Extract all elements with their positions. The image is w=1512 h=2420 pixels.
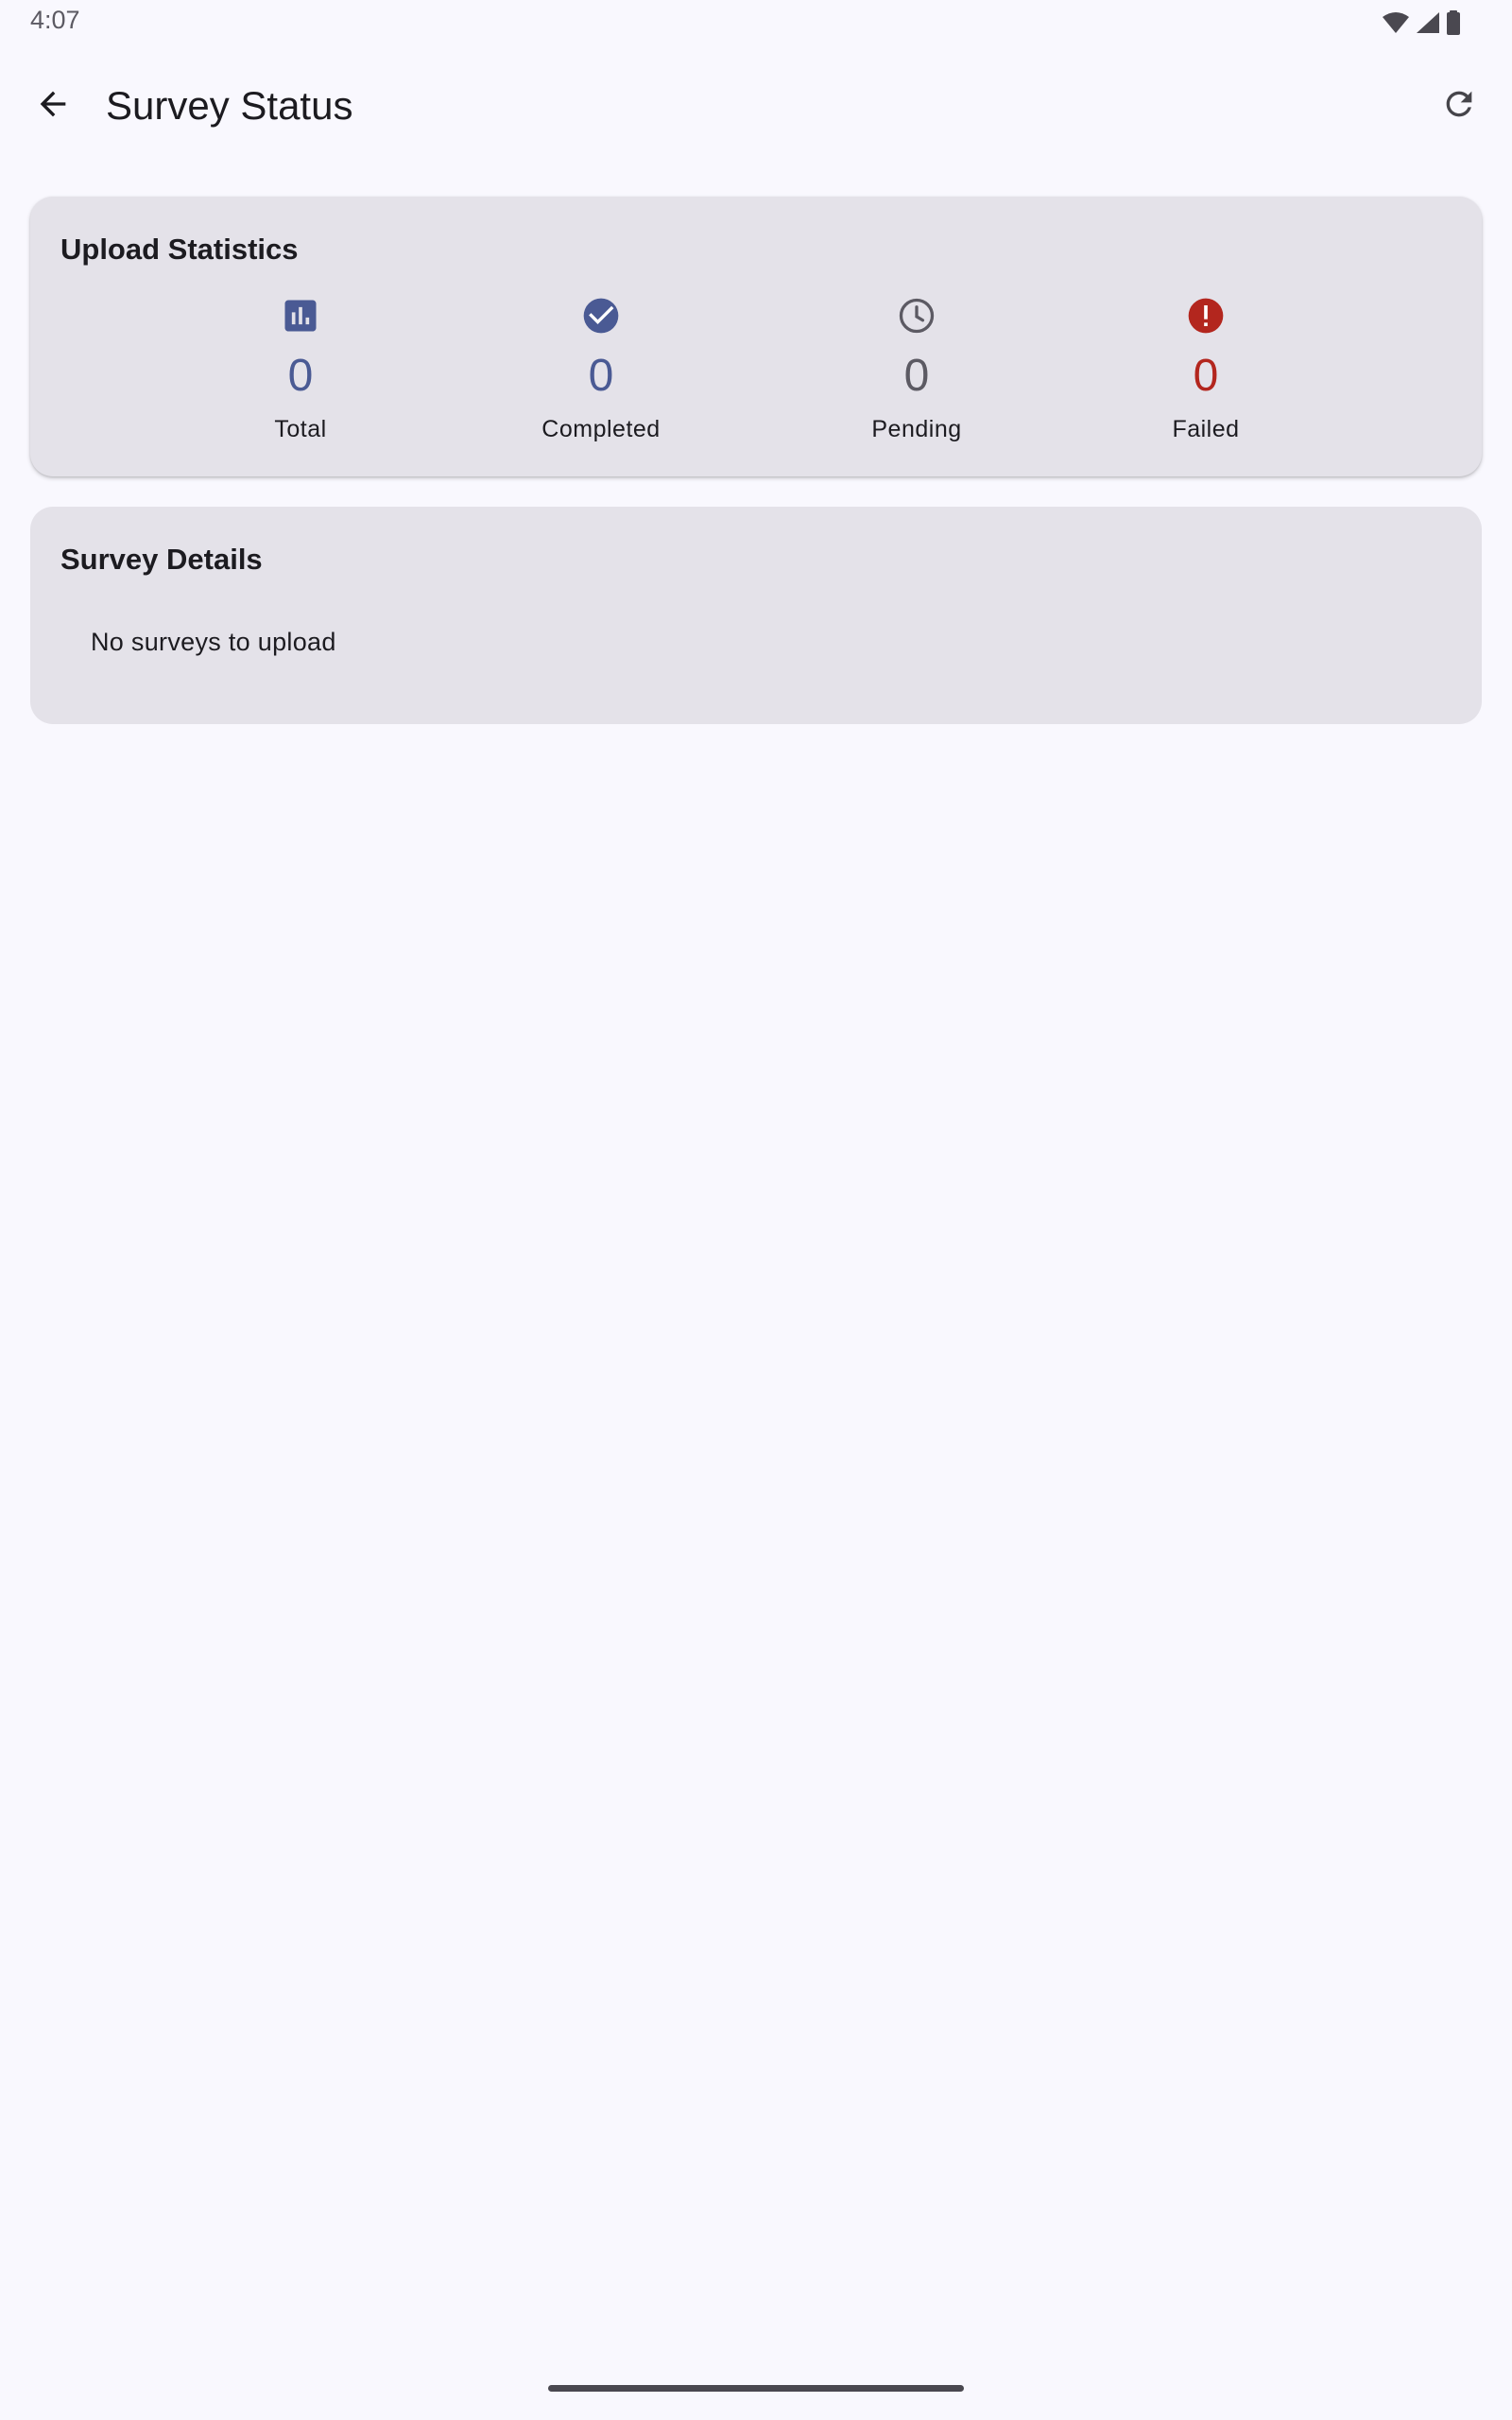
stat-failed-label: Failed <box>1172 416 1240 442</box>
upload-statistics-card: Upload Statistics 0 Total 0 Completed 0 … <box>30 197 1482 476</box>
stat-total-value: 0 <box>287 351 314 401</box>
survey-details-card: Survey Details No surveys to upload <box>30 507 1482 724</box>
status-icons <box>1382 9 1461 36</box>
stat-pending-label: Pending <box>871 416 962 442</box>
empty-state-message: No surveys to upload <box>91 628 336 656</box>
stat-pending: 0 Pending <box>803 295 1030 456</box>
status-bar: 4:07 <box>0 0 1512 45</box>
back-button[interactable] <box>23 76 83 136</box>
clock-icon <box>896 295 937 337</box>
survey-details-title: Survey Details <box>60 543 263 576</box>
stat-total: 0 Total <box>187 295 414 456</box>
stat-failed: 0 Failed <box>1092 295 1319 456</box>
status-time: 4:07 <box>30 6 80 34</box>
error-icon <box>1185 295 1227 337</box>
cell-signal-icon <box>1416 11 1440 34</box>
survey-status-screen: 4:07 Survey Status Upload Statistics 0 T… <box>0 0 1512 2420</box>
top-app-bar: Survey Status <box>0 60 1512 151</box>
stat-completed-label: Completed <box>541 416 661 442</box>
stat-completed-value: 0 <box>588 351 614 401</box>
refresh-button[interactable] <box>1429 76 1489 136</box>
stat-completed: 0 Completed <box>488 295 714 456</box>
stat-failed-value: 0 <box>1193 351 1219 401</box>
wifi-icon <box>1382 11 1410 34</box>
bar-chart-icon <box>280 295 321 337</box>
stat-pending-value: 0 <box>903 351 930 401</box>
arrow-back-icon <box>34 85 72 128</box>
check-circle-icon <box>580 295 622 337</box>
stat-total-label: Total <box>274 416 327 442</box>
battery-icon <box>1446 10 1461 35</box>
page-title: Survey Status <box>106 83 353 128</box>
home-indicator[interactable] <box>548 2385 964 2392</box>
refresh-icon <box>1440 85 1478 128</box>
upload-statistics-title: Upload Statistics <box>60 233 299 266</box>
